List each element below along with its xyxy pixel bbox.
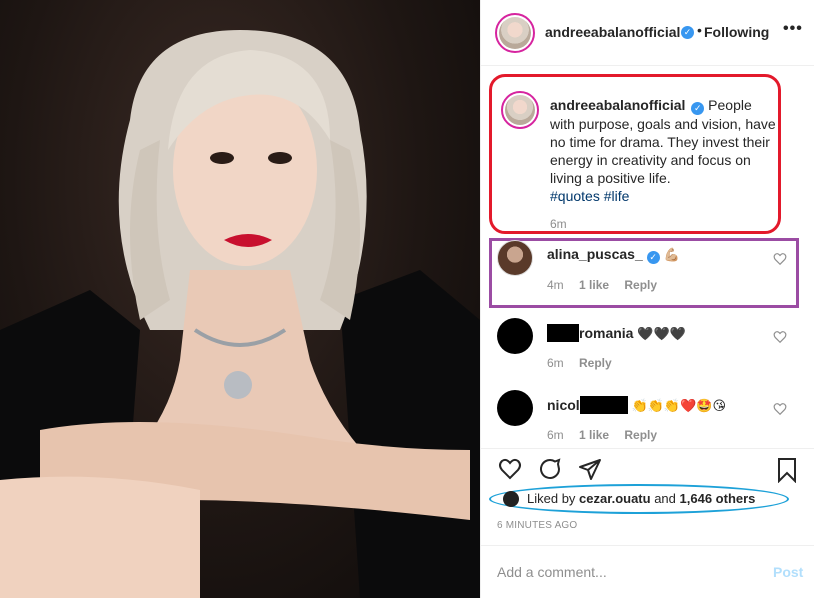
comment-body: 💪🏼 [663, 247, 680, 262]
verified-badge-icon: ✓ [691, 102, 705, 115]
likes-text: Liked by cezar.ouatu and 1,646 others [527, 491, 755, 506]
separator-dot: • [697, 22, 702, 38]
comment-likes[interactable]: 1 like [579, 278, 609, 292]
caption-time: 6m [550, 217, 567, 231]
like-heart-icon[interactable] [497, 457, 523, 481]
like-comment-heart-icon[interactable] [773, 252, 787, 266]
save-bookmark-icon[interactable] [775, 457, 799, 483]
portrait-image [0, 30, 480, 598]
comment-text: romania 🖤🖤🖤 [547, 324, 686, 342]
commenter-avatar[interactable] [497, 318, 533, 354]
post-comment-button[interactable]: Post [773, 564, 803, 580]
caption-block: andreeabalanofficial ✓ People with purpo… [489, 74, 781, 234]
commenter-username[interactable]: alina_puscas_ [547, 246, 643, 262]
commenter-username[interactable]: nicol [547, 397, 580, 413]
comment-text: nicol 👏👏👏❤️🤩😘 [547, 396, 726, 414]
commenter-username[interactable]: romania [579, 325, 633, 341]
hashtag-life[interactable]: #life [604, 188, 630, 204]
reply-button[interactable]: Reply [624, 428, 657, 442]
like-comment-heart-icon[interactable] [773, 330, 787, 344]
hashtag-quotes[interactable]: #quotes [550, 188, 600, 204]
action-bar [481, 448, 814, 488]
add-comment-bar: Add a comment... Post [481, 545, 814, 598]
likes-prefix: Liked by [527, 491, 576, 506]
following-button[interactable]: Following [704, 24, 769, 40]
likes-joiner: and [654, 491, 676, 506]
add-comment-input[interactable]: Add a comment... [497, 564, 607, 580]
comment-bubble-icon[interactable] [537, 457, 563, 481]
liker-avatar [503, 491, 519, 507]
liker-username[interactable]: cezar.ouatu [579, 491, 651, 506]
comment-likes[interactable]: 1 like [579, 428, 609, 442]
comment-body: 👏👏👏❤️🤩😘 [631, 398, 727, 413]
author-avatar[interactable] [495, 13, 535, 53]
commenter-avatar[interactable] [497, 240, 533, 276]
caption-text: andreeabalanofficial ✓ People with purpo… [550, 96, 776, 205]
comment-meta: 6m 1 like Reply [547, 428, 669, 442]
likes-summary[interactable]: Liked by cezar.ouatu and 1,646 others [489, 484, 789, 514]
caption-username[interactable]: andreeabalanofficial [550, 97, 685, 113]
reply-button[interactable]: Reply [579, 356, 612, 370]
comment-row: romania 🖤🖤🖤 6m Reply [481, 318, 814, 378]
comment-text: alina_puscas_ ✓ 💪🏼 [547, 246, 680, 264]
comment-time: 4m [547, 278, 564, 292]
comment-meta: 4m 1 like Reply [547, 278, 669, 292]
like-comment-heart-icon[interactable] [773, 402, 787, 416]
likes-others-count[interactable]: 1,646 others [680, 491, 756, 506]
share-send-icon[interactable] [577, 457, 603, 481]
post-timestamp: 6 MINUTES AGO [497, 520, 578, 531]
post-header: andreeabalanofficial ✓ • Following ••• [481, 0, 814, 66]
author-username[interactable]: andreeabalanofficial [545, 24, 680, 40]
verified-badge-icon: ✓ [681, 26, 694, 39]
commenter-avatar[interactable] [497, 390, 533, 426]
more-options-icon[interactable]: ••• [783, 20, 803, 38]
caption-avatar[interactable] [501, 91, 539, 129]
comment-row: nicol 👏👏👏❤️🤩😘 6m 1 like Reply [481, 390, 814, 446]
post-side-panel: andreeabalanofficial ✓ • Following ••• a… [480, 0, 814, 598]
reply-button[interactable]: Reply [624, 278, 657, 292]
redacted-name [547, 324, 579, 342]
comment-meta: 6m Reply [547, 356, 624, 370]
comment-row: alina_puscas_ ✓ 💪🏼 4m 1 like Reply [481, 240, 814, 306]
verified-badge-icon: ✓ [646, 251, 660, 264]
post-photo[interactable] [0, 0, 480, 598]
comment-body: 🖤🖤🖤 [637, 326, 686, 341]
redacted-name [579, 396, 628, 414]
comment-time: 6m [547, 428, 564, 442]
comment-time: 6m [547, 356, 564, 370]
